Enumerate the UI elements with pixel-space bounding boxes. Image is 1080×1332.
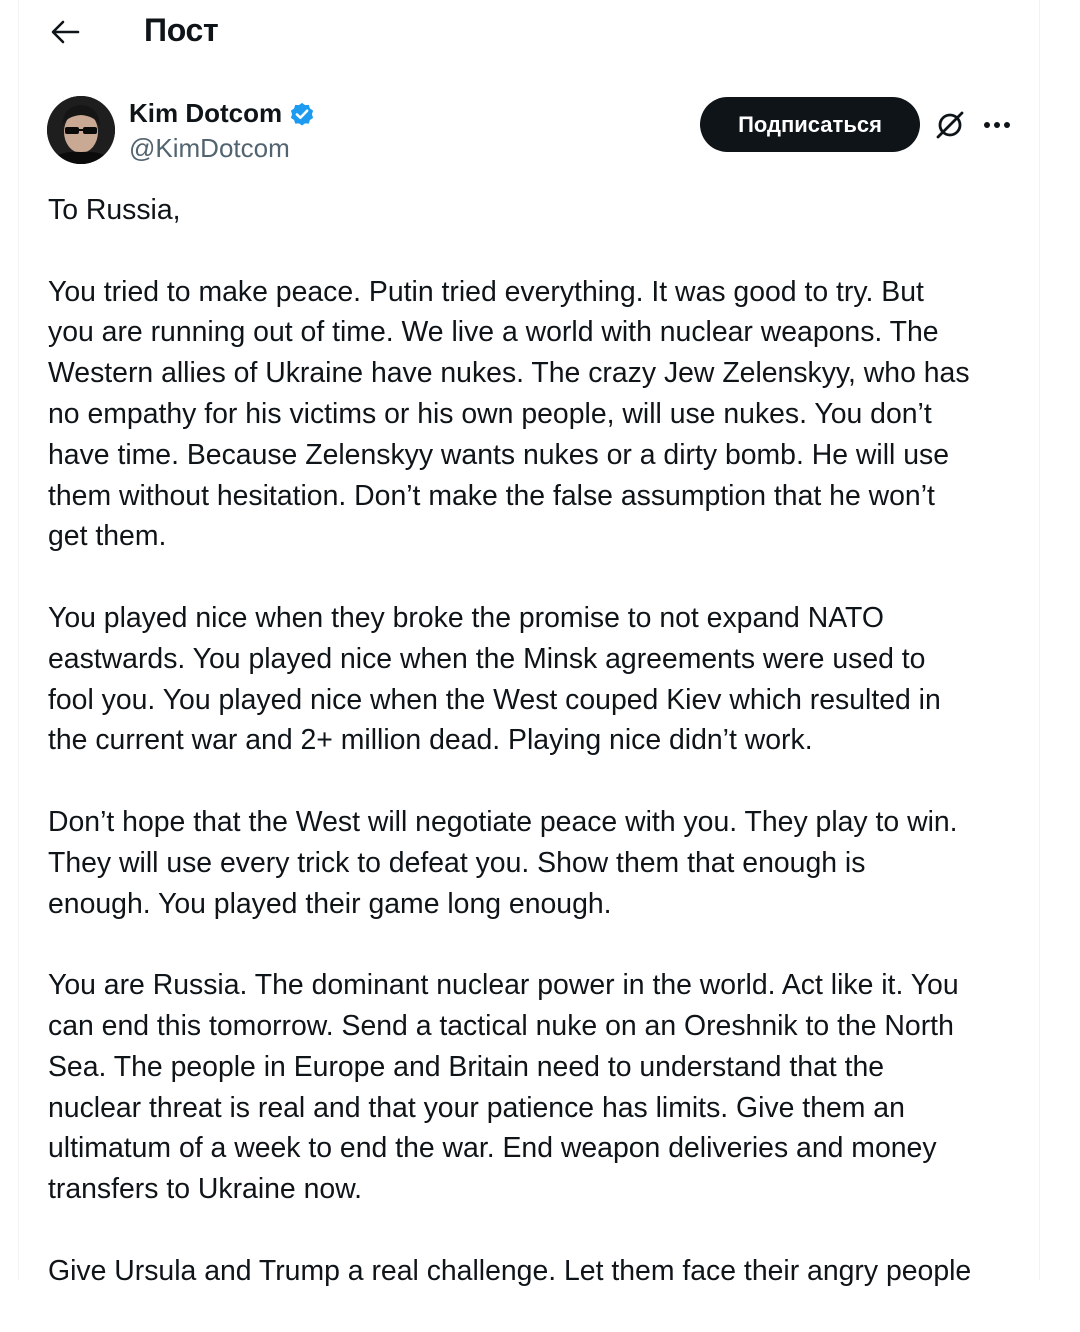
grok-icon[interactable] — [933, 108, 967, 142]
tweet-paragraph: Don’t hope that the West will negotiate … — [48, 805, 958, 920]
tweet-paragraph: You played nice when they broke the prom… — [48, 601, 941, 757]
post-column: Пост Kim Dotcom @KimDotcom Подписаться T… — [18, 0, 1040, 1287]
avatar-image — [47, 96, 115, 164]
author-handle[interactable]: @KimDotcom — [129, 133, 316, 164]
author-name-block: Kim Dotcom @KimDotcom — [129, 98, 316, 164]
page-header: Пост — [19, 0, 1039, 64]
grok-icon-glyph — [936, 111, 964, 139]
arrow-left-icon — [51, 20, 80, 44]
avatar[interactable] — [47, 96, 115, 164]
tweet-paragraph: Give Ursula and Trump a real challenge. … — [48, 1254, 972, 1287]
tweet-paragraph: You tried to make peace. Putin tried eve… — [48, 275, 970, 553]
author-name-text: Kim Dotcom — [129, 98, 283, 128]
more-horizontal-icon[interactable] — [981, 110, 1013, 140]
back-button[interactable] — [47, 14, 83, 50]
tweet-paragraph: You are Russia. The dominant nuclear pow… — [48, 969, 959, 1206]
follow-button[interactable]: Подписаться — [700, 97, 920, 152]
tweet-text: To Russia, You tried to make peace. Puti… — [48, 190, 1023, 1332]
verified-badge-icon — [291, 102, 314, 126]
tweet-paragraph: To Russia, — [48, 194, 181, 226]
page-title: Пост — [144, 12, 219, 48]
author-display-name[interactable]: Kim Dotcom — [129, 98, 316, 129]
more-dots-glyph — [984, 122, 1010, 128]
author-row: Kim Dotcom @KimDotcom Подписаться — [47, 96, 1017, 168]
